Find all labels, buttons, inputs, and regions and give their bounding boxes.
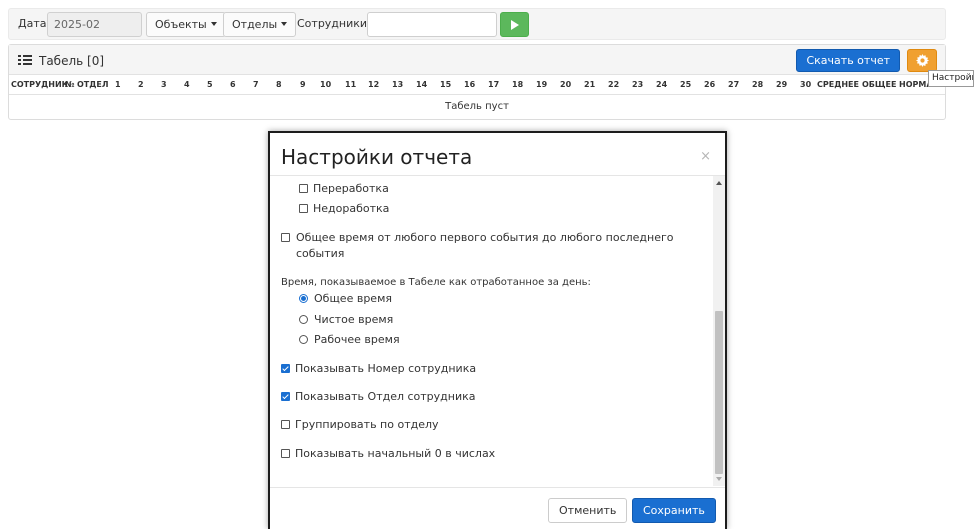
total-first-last-checkbox[interactable] (281, 233, 290, 242)
column-header-day[interactable]: 5 (207, 80, 213, 89)
column-header-day[interactable]: 2 (138, 80, 144, 89)
option-label: Недоработка (313, 202, 390, 215)
column-header-day[interactable]: 6 (230, 80, 236, 89)
list-icon (18, 55, 32, 65)
settings-button[interactable] (907, 49, 937, 72)
column-header-department[interactable]: ОТДЕЛ (77, 80, 109, 89)
undertime-checkbox[interactable] (299, 204, 308, 213)
option-label: Группировать по отделу (295, 418, 439, 431)
option-label: Чистое время (314, 313, 394, 326)
column-header-day[interactable]: 14 (416, 80, 427, 89)
filter-toolbar: Дата 2025-02 Объекты Отделы Сотрудники (8, 8, 946, 40)
column-header-day[interactable]: 29 (776, 80, 787, 89)
option-total-first-last[interactable]: Общее время от любого первого события до… (281, 230, 681, 262)
scrollbar-thumb[interactable] (715, 311, 723, 474)
empty-table-message: Табель пуст (445, 101, 509, 112)
column-header-day[interactable]: 13 (392, 80, 403, 89)
option-show-number[interactable]: Показывать Номер сотрудника (281, 361, 476, 377)
time-mode-net[interactable]: Чистое время (299, 312, 393, 328)
scroll-up-arrow-icon[interactable] (716, 181, 722, 185)
column-header-day[interactable]: 7 (253, 80, 259, 89)
option-label: Рабочее время (314, 333, 400, 346)
column-header-day[interactable]: 28 (752, 80, 763, 89)
divider (270, 487, 725, 488)
show-department-checkbox[interactable] (281, 392, 290, 401)
option-label: Переработка (313, 182, 389, 195)
column-header-day[interactable]: 3 (161, 80, 167, 89)
leading-zero-checkbox[interactable] (281, 449, 290, 458)
date-input[interactable]: 2025-02 (47, 12, 142, 37)
option-label: Показывать Номер сотрудника (295, 362, 477, 375)
column-header-day[interactable]: 11 (345, 80, 356, 89)
column-header-day[interactable]: 22 (608, 80, 619, 89)
net-time-radio[interactable] (299, 315, 308, 324)
table-header-row: СОТРУДНИК № ОТДЕЛ 1 2 3 4 5 6 7 8 9 10 1… (9, 75, 945, 95)
chevron-down-icon (210, 22, 217, 26)
column-header-day[interactable]: 10 (320, 80, 331, 89)
column-header-day[interactable]: 18 (512, 80, 523, 89)
settings-tooltip: Настройки (928, 70, 974, 87)
column-header-day[interactable]: 30 (800, 80, 811, 89)
departments-dropdown[interactable]: Отделы (223, 12, 297, 37)
play-icon (511, 20, 519, 30)
work-time-radio[interactable] (299, 335, 308, 344)
close-icon[interactable]: × (700, 149, 711, 164)
show-number-checkbox[interactable] (281, 364, 290, 373)
column-header-day[interactable]: 9 (300, 80, 306, 89)
column-header-day[interactable]: 25 (680, 80, 691, 89)
time-mode-label: Время, показываемое в Табеле как отработ… (281, 277, 591, 288)
option-undertime[interactable]: Недоработка (299, 201, 389, 217)
option-show-department[interactable]: Показывать Отдел сотрудника (281, 389, 476, 405)
date-label: Дата (18, 17, 47, 30)
column-header-day[interactable]: 12 (368, 80, 379, 89)
option-label: Показывать начальный 0 в числах (295, 447, 496, 460)
employees-label: Сотрудники (297, 17, 368, 30)
option-label: Общее время от любого первого события до… (296, 231, 674, 260)
employees-input[interactable] (367, 12, 497, 37)
column-header-day[interactable]: 17 (488, 80, 499, 89)
gear-icon (916, 54, 929, 67)
scroll-down-arrow-icon[interactable] (716, 477, 722, 481)
overtime-checkbox[interactable] (299, 184, 308, 193)
modal-body: Переработка Недоработка Общее время от л… (270, 176, 713, 486)
column-header-day[interactable]: 4 (184, 80, 190, 89)
total-time-radio[interactable] (299, 294, 308, 303)
chevron-down-icon (281, 22, 288, 26)
column-header-day[interactable]: 27 (728, 80, 739, 89)
column-header-day[interactable]: 19 (536, 80, 547, 89)
download-report-button[interactable]: Скачать отчет (796, 49, 900, 72)
column-header-day[interactable]: 21 (584, 80, 595, 89)
group-by-department-checkbox[interactable] (281, 420, 290, 429)
column-header-day[interactable]: 26 (704, 80, 715, 89)
column-header-day[interactable]: 24 (656, 80, 667, 89)
option-group-by-department[interactable]: Группировать по отделу (281, 417, 439, 433)
apply-button[interactable] (500, 12, 529, 37)
column-header-day[interactable]: 15 (440, 80, 451, 89)
column-header-day[interactable]: 16 (464, 80, 475, 89)
column-header-day[interactable]: 1 (115, 80, 121, 89)
column-header-day[interactable]: 20 (560, 80, 571, 89)
cancel-button[interactable]: Отменить (548, 498, 628, 523)
column-header-employee[interactable]: СОТРУДНИК (11, 80, 68, 89)
option-leading-zero[interactable]: Показывать начальный 0 в числах (281, 446, 495, 462)
time-mode-total[interactable]: Общее время (299, 291, 392, 307)
modal-title: Настройки отчета (281, 145, 473, 169)
report-panel-header: Табель [0] Скачать отчет (9, 45, 945, 75)
time-mode-work[interactable]: Рабочее время (299, 332, 400, 348)
column-header-day[interactable]: 23 (632, 80, 643, 89)
column-header-total[interactable]: ОБЩЕЕ (862, 80, 896, 89)
column-header-day[interactable]: 8 (276, 80, 282, 89)
report-title: Табель [0] (39, 54, 105, 68)
column-header-number[interactable]: № (65, 80, 75, 89)
save-button[interactable]: Сохранить (632, 498, 716, 523)
option-label: Общее время (314, 292, 392, 305)
column-header-average[interactable]: СРЕДНЕЕ (817, 80, 859, 89)
objects-dropdown[interactable]: Объекты (146, 12, 226, 37)
report-panel: Табель [0] Скачать отчет СОТРУДНИК № ОТД… (8, 44, 946, 120)
objects-dropdown-label: Объекты (155, 18, 207, 31)
departments-dropdown-label: Отделы (232, 18, 278, 31)
report-settings-modal: Настройки отчета × Переработка Недоработ… (268, 131, 727, 529)
option-overtime[interactable]: Переработка (299, 181, 389, 197)
option-label: Показывать Отдел сотрудника (295, 390, 476, 403)
